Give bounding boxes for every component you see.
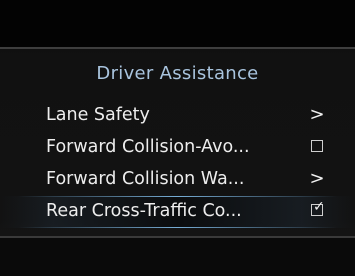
checkbox-checked-icon[interactable]: ✓ [304, 199, 330, 223]
menu-item-label: Forward Collision Wa... [46, 169, 245, 189]
menu-item-label: Lane Safety [46, 105, 150, 125]
menu-title: Driver Assistance [96, 63, 259, 84]
driver-assistance-screen: Driver Assistance Lane Safety > Forward … [0, 0, 355, 276]
checkbox-box [311, 139, 323, 152]
chevron-right-icon: > [309, 168, 325, 189]
top-status-band [0, 0, 355, 47]
menu-item-rear-cross-traffic[interactable]: Rear Cross-Traffic Co... ✓ [0, 196, 355, 228]
menu-item-label: Rear Cross-Traffic Co... [46, 201, 242, 221]
menu-list: Lane Safety > Forward Collision-Avo... F… [0, 100, 355, 228]
chevron-right-icon: > [309, 104, 325, 125]
menu-item-forward-collision-warning[interactable]: Forward Collision Wa... > [0, 164, 355, 196]
menu-item-forward-collision-avoidance[interactable]: Forward Collision-Avo... [0, 132, 355, 164]
bottom-band [0, 238, 355, 276]
menu-item-label: Forward Collision-Avo... [46, 137, 250, 157]
menu-item-lane-safety[interactable]: Lane Safety > [0, 100, 355, 132]
checkbox-unchecked-icon[interactable] [304, 135, 330, 159]
checkbox-box: ✓ [311, 198, 325, 216]
top-divider [0, 47, 355, 49]
